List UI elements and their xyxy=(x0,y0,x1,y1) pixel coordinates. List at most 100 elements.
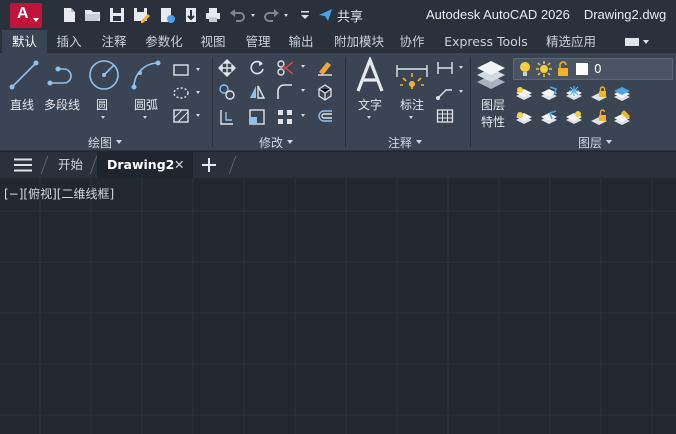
text-label[interactable]: 文字 xyxy=(358,96,382,113)
hatch-icon[interactable] xyxy=(172,85,190,101)
viewport-controls[interactable]: [−][俯视][二维线框] xyxy=(4,185,114,202)
stretch-icon[interactable] xyxy=(218,108,236,126)
hatch-dropdown[interactable] xyxy=(196,91,200,94)
layer-unisolate-icon[interactable] xyxy=(540,109,558,127)
circle-dropdown[interactable] xyxy=(101,116,105,119)
modify-panel-title[interactable]: 修改 xyxy=(259,135,294,150)
new-icon[interactable] xyxy=(60,6,78,24)
copy-icon[interactable] xyxy=(218,83,236,101)
tab-insert[interactable]: 插入 xyxy=(51,30,87,53)
ribbon-tabs: 默认 插入 注释 参数化 视图 管理 输出 附加模块 协作 Express To… xyxy=(0,30,676,53)
table-icon[interactable] xyxy=(436,108,454,124)
tab-view[interactable]: 视图 xyxy=(195,30,231,53)
rectangle-icon[interactable] xyxy=(172,62,190,78)
share-icon xyxy=(319,9,332,21)
polyline-label[interactable]: 多段线 xyxy=(44,96,80,113)
tab-manage[interactable]: 管理 xyxy=(240,30,276,53)
rectangle-dropdown[interactable] xyxy=(196,68,200,71)
drawing-tab[interactable]: Drawing2 ✕ xyxy=(97,152,193,178)
print-icon[interactable] xyxy=(204,6,222,24)
layers-panel-title[interactable]: 图层 xyxy=(578,135,613,150)
offset-icon[interactable] xyxy=(316,108,334,126)
dimension-label[interactable]: 标注 xyxy=(400,96,424,113)
application-menu-button[interactable]: A xyxy=(10,3,42,28)
arc-dropdown[interactable] xyxy=(143,116,147,119)
new-tab-icon[interactable] xyxy=(202,158,216,172)
draw-panel-title[interactable]: 绘图 xyxy=(88,135,123,150)
layer-properties-label-1[interactable]: 图层 xyxy=(481,96,505,113)
arc-icon[interactable] xyxy=(128,57,164,93)
ribbon: 直线 多段线 圆 圆弧 绘图 修改 文字 标注 注释 图层 特性 0 图层 xyxy=(0,53,676,151)
mirror-icon[interactable] xyxy=(248,83,266,101)
tab-home[interactable]: 默认 xyxy=(2,30,47,53)
layer-lock-icon[interactable] xyxy=(590,85,608,103)
undo-dropdown[interactable] xyxy=(251,14,255,17)
draw-panel-label: 绘图 xyxy=(88,135,113,150)
gradient-icon[interactable] xyxy=(172,108,190,124)
close-tab-icon[interactable]: ✕ xyxy=(174,152,184,178)
dimension-dropdown[interactable] xyxy=(409,116,413,119)
erase-icon[interactable] xyxy=(316,59,334,77)
open-from-web-icon[interactable] xyxy=(158,6,176,24)
undo-icon[interactable] xyxy=(229,6,247,24)
tab-collaborate[interactable]: 协作 xyxy=(394,30,430,53)
tab-parametric[interactable]: 参数化 xyxy=(140,30,188,53)
save-to-web-icon[interactable] xyxy=(182,6,200,24)
open-icon[interactable] xyxy=(84,6,102,24)
rotate-icon[interactable] xyxy=(248,59,266,77)
text-dropdown[interactable] xyxy=(367,116,371,119)
tab-addins[interactable]: 附加模块 xyxy=(329,30,389,53)
annotation-panel-title[interactable]: 注释 xyxy=(388,135,423,150)
layer-properties-icon[interactable] xyxy=(474,58,508,92)
product-name: Autodesk AutoCAD 2026 xyxy=(426,7,570,22)
tab-express-tools[interactable]: Express Tools xyxy=(440,30,532,53)
leader-dropdown[interactable] xyxy=(459,90,463,93)
customize-icon[interactable] xyxy=(296,6,314,24)
scale-icon[interactable] xyxy=(248,108,266,126)
redo-icon[interactable] xyxy=(262,6,280,24)
fillet-icon[interactable] xyxy=(276,83,294,101)
polyline-icon[interactable] xyxy=(46,57,82,93)
fillet-dropdown[interactable] xyxy=(301,89,305,92)
linear-dimension-icon[interactable] xyxy=(436,60,454,76)
layer-thaw-all-icon[interactable] xyxy=(565,109,583,127)
redo-dropdown[interactable] xyxy=(284,14,288,17)
tab-featured-apps[interactable]: 精选应用 xyxy=(540,30,602,53)
layer-unlock-icon xyxy=(558,61,568,76)
explode-icon[interactable] xyxy=(316,83,334,101)
circle-label[interactable]: 圆 xyxy=(96,96,108,113)
drawing-canvas[interactable]: [−][俯视][二维线框] xyxy=(0,178,676,434)
trim-icon[interactable] xyxy=(276,59,294,77)
start-tab[interactable]: 开始 xyxy=(58,152,83,178)
tab-annotate[interactable]: 注释 xyxy=(96,30,132,53)
layer-on-all-icon[interactable] xyxy=(515,109,533,127)
arc-label[interactable]: 圆弧 xyxy=(134,96,158,113)
make-current-icon[interactable] xyxy=(613,85,631,103)
trim-dropdown[interactable] xyxy=(301,65,305,68)
save-icon[interactable] xyxy=(108,6,126,24)
line-icon[interactable] xyxy=(6,57,42,93)
gradient-dropdown[interactable] xyxy=(196,114,200,117)
layer-freeze-icon[interactable] xyxy=(565,85,583,103)
array-icon[interactable] xyxy=(276,108,294,126)
layer-unlock-all-icon[interactable] xyxy=(590,109,608,127)
tab-output[interactable]: 输出 xyxy=(283,30,319,53)
dimension-icon[interactable] xyxy=(395,59,429,93)
menu-icon[interactable] xyxy=(14,158,32,172)
match-layer-icon[interactable] xyxy=(613,109,631,127)
line-label[interactable]: 直线 xyxy=(10,96,34,113)
ribbon-display-icon[interactable] xyxy=(624,37,650,47)
save-as-icon[interactable] xyxy=(132,6,150,24)
linear-dimension-dropdown[interactable] xyxy=(459,66,463,69)
array-dropdown[interactable] xyxy=(301,114,305,117)
layer-off-icon[interactable] xyxy=(515,85,533,103)
leader-icon[interactable] xyxy=(436,84,454,100)
annotation-panel-label: 注释 xyxy=(388,135,413,150)
layer-properties-label-2[interactable]: 特性 xyxy=(481,113,505,130)
layer-dropdown[interactable]: 0 xyxy=(513,58,673,80)
text-icon[interactable] xyxy=(354,57,386,95)
layer-isolate-icon[interactable] xyxy=(540,85,558,103)
move-icon[interactable] xyxy=(218,59,236,77)
circle-icon[interactable] xyxy=(86,57,122,93)
share-button[interactable]: 共享 xyxy=(318,6,363,25)
